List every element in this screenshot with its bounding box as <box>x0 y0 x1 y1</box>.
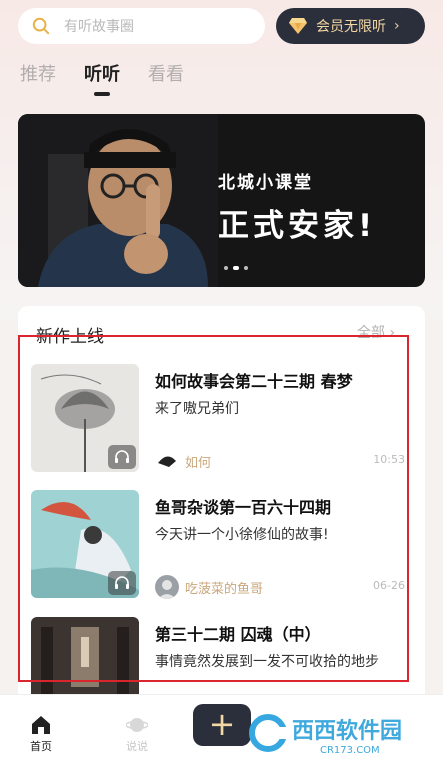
svg-text:CR173.COM: CR173.COM <box>320 745 380 756</box>
highlight-box <box>18 335 409 682</box>
search-bar[interactable]: 有听故事圈 <box>18 8 265 44</box>
chevron-right-icon: › <box>394 18 400 34</box>
svg-text:西西软件园: 西西软件园 <box>292 718 402 744</box>
diamond-icon <box>289 18 307 34</box>
nav-home[interactable]: 首页 <box>30 715 52 754</box>
carousel-dot <box>224 266 228 270</box>
nav-shuoshuo-label: 说说 <box>126 740 148 753</box>
nav-shuoshuo[interactable]: 说说 <box>125 715 149 754</box>
nav-home-label: 首页 <box>30 740 52 753</box>
tab-recommend[interactable]: 推荐 <box>20 60 56 86</box>
search-icon <box>32 17 50 35</box>
search-placeholder: 有听故事圈 <box>64 19 134 35</box>
promo-banner[interactable]: 北城小课堂 正式安家! <box>18 114 425 287</box>
vip-button[interactable]: 会员无限听 › <box>276 8 425 44</box>
banner-person-image <box>18 114 218 287</box>
watermark-logo: 西西软件园 CR173.COM <box>249 714 402 756</box>
active-tab-indicator <box>94 92 110 96</box>
create-button[interactable]: + <box>193 704 251 746</box>
carousel-indicator <box>224 266 248 270</box>
home-icon <box>32 716 50 734</box>
carousel-dot-active <box>233 266 239 270</box>
top-tabs: 推荐 听听 看看 <box>20 60 212 96</box>
banner-subtitle: 北城小课堂 <box>218 173 313 193</box>
banner-title: 正式安家! <box>218 208 377 244</box>
planet-icon <box>125 718 149 732</box>
tab-listen[interactable]: 听听 <box>84 60 120 96</box>
vip-label: 会员无限听 <box>316 19 386 35</box>
carousel-dot <box>244 266 248 270</box>
tab-watch[interactable]: 看看 <box>148 60 184 86</box>
tab-listen-label: 听听 <box>84 64 120 85</box>
